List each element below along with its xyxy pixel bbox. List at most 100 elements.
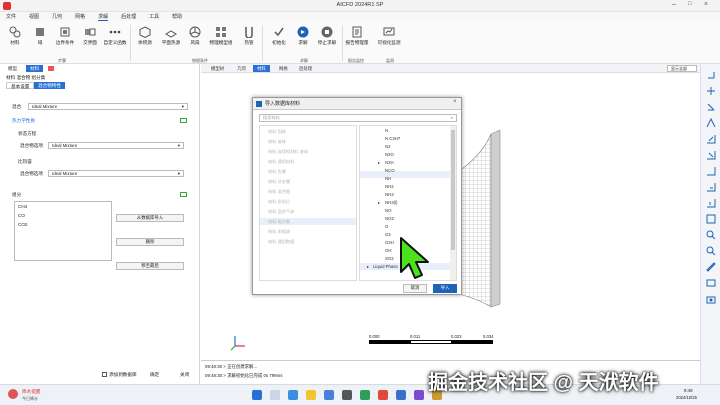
- list-item[interactable]: CO: [15, 211, 111, 220]
- list-item[interactable]: O2: [385, 232, 391, 237]
- axis-y-icon[interactable]: [706, 86, 716, 96]
- cancel-button[interactable]: 取消: [403, 284, 427, 293]
- menu-view[interactable]: 视图: [29, 13, 39, 20]
- dialog-close-icon[interactable]: ×: [453, 99, 457, 105]
- tab-material[interactable]: 材料: [26, 65, 44, 72]
- list-item[interactable]: N2: [385, 144, 391, 149]
- search-taskbar-icon[interactable]: [270, 390, 280, 400]
- domain-button[interactable]: 域: [27, 26, 53, 46]
- list-item[interactable]: NH: [385, 176, 391, 181]
- list-item[interactable]: 材料 液体: [268, 139, 286, 145]
- app-icon[interactable]: [342, 390, 352, 400]
- menu-geometry[interactable]: 几何: [52, 13, 62, 20]
- list-item[interactable]: NCO: [385, 168, 395, 173]
- zoom-fit-icon[interactable]: [706, 214, 716, 224]
- import-from-db-button[interactable]: 从数据库导入: [116, 214, 184, 222]
- app-icon[interactable]: [360, 390, 370, 400]
- axis-x-icon[interactable]: [706, 70, 716, 80]
- ruler-icon[interactable]: [706, 262, 716, 272]
- heat-pipe-button[interactable]: 热管: [236, 26, 262, 46]
- list-item[interactable]: CH4: [15, 202, 111, 211]
- interface-button[interactable]: 交界面: [77, 26, 103, 46]
- weather-title[interactable]: 降水提醒: [22, 389, 40, 395]
- list-item[interactable]: CO2: [15, 220, 111, 229]
- ok-button[interactable]: 确定: [150, 372, 159, 378]
- zoom-box-icon[interactable]: [706, 246, 716, 256]
- menu-mesh[interactable]: 网格: [75, 13, 85, 20]
- initialize-button[interactable]: 初始化: [266, 26, 292, 46]
- udf-button[interactable]: 自定义函数: [102, 26, 128, 46]
- import-button[interactable]: 导入: [433, 284, 457, 293]
- list-item[interactable]: OH: [385, 248, 391, 253]
- list-item[interactable]: 材料 多组分: [268, 199, 290, 205]
- tab-mixture-props[interactable]: 混合物特性: [34, 82, 65, 89]
- list-item[interactable]: 材料 通用数据: [268, 239, 294, 245]
- list-item[interactable]: Liquid Phase: [373, 264, 398, 269]
- report-button[interactable]: 报告物理量: [344, 26, 370, 46]
- list-item[interactable]: N C3H7: [385, 136, 400, 141]
- app-icon[interactable]: [378, 390, 388, 400]
- boundary-button[interactable]: 边界条件: [52, 26, 78, 46]
- tab-basic-settings[interactable]: 基本设置: [6, 82, 35, 89]
- left-view-icon[interactable]: [706, 166, 716, 176]
- zoom-icon[interactable]: [706, 230, 716, 240]
- list-item-selected[interactable]: 材料 组分集: [268, 219, 290, 225]
- list-item[interactable]: N2O: [385, 152, 394, 157]
- menu-solve[interactable]: 求解: [98, 13, 109, 21]
- menu-file[interactable]: 文件: [6, 13, 16, 20]
- expand-icon[interactable]: ▸: [378, 200, 380, 205]
- list-item[interactable]: NH2: [385, 184, 394, 189]
- folder-icon[interactable]: [306, 390, 316, 400]
- close-button[interactable]: 关闭: [180, 372, 189, 378]
- front-view-icon[interactable]: [706, 134, 716, 144]
- stop-solve-button[interactable]: 停止求解: [314, 26, 340, 46]
- add-to-db-checkbox[interactable]: [102, 372, 107, 377]
- display-icon[interactable]: [706, 278, 716, 288]
- list-item[interactable]: SO2: [385, 256, 394, 261]
- list-item[interactable]: N2H: [385, 160, 394, 165]
- list-item[interactable]: O2H: [385, 240, 394, 245]
- list-item[interactable]: 材料 混合气体: [268, 209, 294, 215]
- physics-group-button[interactable]: 物理模型组: [208, 26, 234, 46]
- app-icon[interactable]: [414, 390, 424, 400]
- app-icon[interactable]: [396, 390, 406, 400]
- start-icon[interactable]: [252, 390, 262, 400]
- menu-post[interactable]: 后处理: [121, 13, 136, 20]
- minimize-button[interactable]: –: [672, 1, 676, 8]
- list-item[interactable]: N: [385, 128, 388, 133]
- plane-heat-button[interactable]: 平面热源: [158, 26, 184, 46]
- list-item[interactable]: NO2: [385, 216, 394, 221]
- category-list[interactable]: 材料 固体 材料 液体 材料 连续相材料 液体 材料 通用材料 材料 金属 材料…: [259, 125, 357, 281]
- delete-button[interactable]: 删除: [116, 238, 184, 246]
- visual-monitor-button[interactable]: 可视化监测: [376, 26, 402, 46]
- collapse-icon[interactable]: [180, 118, 187, 123]
- solve-button[interactable]: 求解: [290, 26, 316, 46]
- menu-tools[interactable]: 工具: [149, 13, 159, 20]
- tab-model[interactable]: 模型: [4, 65, 21, 72]
- right-view-icon[interactable]: [706, 182, 716, 192]
- species-list[interactable]: CH4 CO CO2: [14, 201, 112, 261]
- list-item[interactable]: NH3: [385, 192, 394, 197]
- close-tab-icon[interactable]: [48, 66, 54, 71]
- search-input[interactable]: 搜索材料 ⌕: [259, 114, 457, 122]
- material-button[interactable]: 材料: [2, 26, 28, 46]
- close-window-button[interactable]: ×: [704, 1, 708, 8]
- maximize-button[interactable]: □: [688, 1, 692, 7]
- move-last-button[interactable]: 移至最后: [116, 262, 184, 270]
- volume-source-button[interactable]: 体积源: [132, 26, 158, 46]
- list-item[interactable]: O: [385, 224, 388, 229]
- iso-view-icon[interactable]: [706, 118, 716, 128]
- expand-icon[interactable]: ▸: [367, 264, 369, 269]
- mix-rule-select[interactable]: Ideal Mixture ▾: [48, 142, 184, 149]
- list-item[interactable]: 材料 混合物: [268, 189, 290, 195]
- screenshot-icon[interactable]: [706, 294, 716, 304]
- list-item[interactable]: NO: [385, 208, 391, 213]
- collapse-icon[interactable]: [180, 192, 187, 197]
- menu-help[interactable]: 帮助: [172, 13, 182, 20]
- list-item[interactable]: 材料 非金属: [268, 179, 290, 185]
- axis-z-icon[interactable]: [706, 102, 716, 112]
- list-item[interactable]: 材料 固体: [268, 129, 286, 135]
- list-item[interactable]: 材料 多相流: [268, 229, 290, 235]
- fan-button[interactable]: 风扇: [182, 26, 208, 46]
- list-item[interactable]: 材料 金属: [268, 169, 286, 175]
